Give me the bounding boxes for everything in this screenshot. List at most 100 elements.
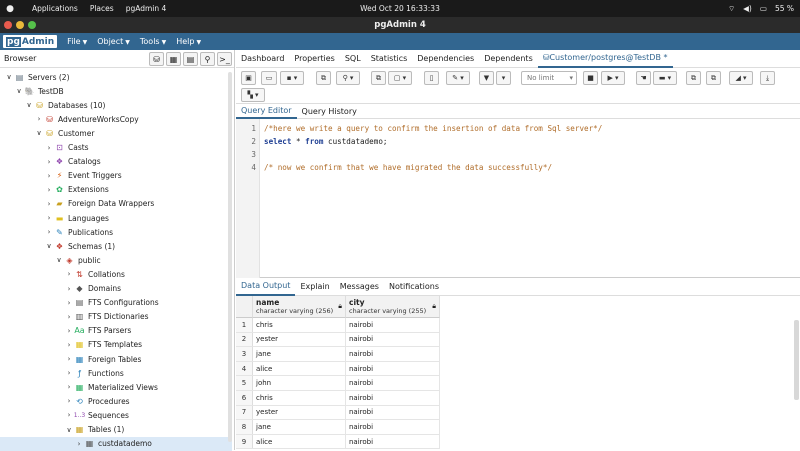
row-number[interactable]: 2 [236, 332, 253, 347]
chevron-right-icon[interactable]: › [44, 214, 54, 222]
system-tray[interactable]: ⌔ ◀) ▭ 55 % [728, 0, 794, 17]
edit-icon[interactable]: ✎ ▾ [446, 71, 470, 85]
chevron-right-icon[interactable]: › [44, 200, 54, 208]
tree-node[interactable]: › ◆ Domains [0, 282, 232, 296]
cell-city[interactable]: nairobi [346, 318, 440, 332]
column-header-name[interactable]: name character varying (256) 🔒︎ [253, 296, 346, 318]
chevron-down-icon[interactable]: ∨ [24, 101, 34, 109]
chevron-right-icon[interactable]: › [64, 285, 74, 293]
minimize-window-icon[interactable] [16, 21, 24, 29]
cell-name[interactable]: jane [253, 347, 346, 361]
output-tab-0[interactable]: Data Output [236, 278, 296, 296]
chevron-right-icon[interactable]: › [64, 299, 74, 307]
tree-node[interactable]: ∨ ⛁ Databases (10) [0, 98, 232, 112]
menu-help[interactable]: Help ▼ [176, 37, 201, 46]
view-data-icon[interactable]: ▤ [183, 52, 198, 66]
table-row[interactable]: 7 yester nairobi [236, 405, 440, 421]
chevron-down-icon[interactable]: ∨ [34, 129, 44, 137]
tree-node[interactable]: › 1..3 Sequences [0, 408, 232, 422]
menu-file[interactable]: File ▼ [67, 37, 87, 46]
chevron-right-icon[interactable]: › [44, 158, 54, 166]
browser-scrollbar[interactable] [228, 72, 232, 442]
explain-icon[interactable]: ☚ [636, 71, 651, 85]
grid-scrollbar[interactable] [794, 320, 799, 400]
tree-node[interactable]: ∨ ❖ Schemas (1) [0, 239, 232, 253]
chevron-down-icon[interactable]: ∨ [64, 426, 74, 434]
delete-icon[interactable]: ▯ [424, 71, 439, 85]
tree-node[interactable]: › ▦ Foreign Tables [0, 352, 232, 366]
chevron-right-icon[interactable]: › [64, 327, 74, 335]
tab-6[interactable]: ⛁ Customer/postgres@TestDB * [537, 50, 673, 68]
tree-node[interactable]: › ▦ Materialized Views [0, 380, 232, 394]
close-window-icon[interactable] [4, 21, 12, 29]
tree-node[interactable]: › ❖ Catalogs [0, 155, 232, 169]
sql-editor[interactable]: 1 /*here we write a query to confirm the… [236, 119, 800, 278]
row-number[interactable]: 7 [236, 405, 253, 420]
chevron-down-icon[interactable]: ∨ [44, 242, 54, 250]
row-number[interactable]: 1 [236, 318, 253, 332]
cell-name[interactable]: jane [253, 420, 346, 434]
tree-node[interactable]: › ▬ Languages [0, 211, 232, 225]
table-icon[interactable]: ▦ [166, 52, 181, 66]
commit-icon[interactable]: ⧉ [686, 71, 701, 85]
tree-node[interactable]: › ▦ custdatademo [0, 436, 232, 451]
cell-name[interactable]: john [253, 376, 346, 390]
tree-node[interactable]: ∨ 🐘 TestDB [0, 84, 232, 98]
query-tab-1[interactable]: Query History [297, 104, 362, 119]
save-icon[interactable]: ▪ ▾ [280, 71, 304, 85]
tree-node[interactable]: › ƒ Functions [0, 366, 232, 380]
menu-tools[interactable]: Tools ▼ [140, 37, 166, 46]
tree-node[interactable]: › ⟲ Procedures [0, 394, 232, 408]
chevron-right-icon[interactable]: › [64, 355, 74, 363]
tree-node[interactable]: ∨ ◈ public [0, 253, 232, 267]
tree-node[interactable]: › ▤ FTS Configurations [0, 296, 232, 310]
tree-node[interactable]: › ✿ Extensions [0, 183, 232, 197]
chevron-right-icon[interactable]: › [44, 186, 54, 194]
cell-city[interactable]: nairobi [346, 391, 440, 405]
tree-node[interactable]: › ⊡ Casts [0, 141, 232, 155]
cell-city[interactable]: nairobi [346, 361, 440, 376]
applications-menu[interactable]: Applications [32, 4, 78, 13]
cell-city[interactable]: nairobi [346, 434, 440, 449]
cell-name[interactable]: alice [253, 361, 346, 376]
tab-4[interactable]: Dependencies [412, 50, 479, 68]
limit-select[interactable]: No limit ▾ [521, 71, 577, 85]
paste-icon[interactable]: ▢ ▾ [388, 71, 412, 85]
row-number[interactable]: 6 [236, 391, 253, 405]
table-row[interactable]: 6 chris nairobi [236, 391, 440, 406]
tab-1[interactable]: Properties [289, 50, 339, 68]
tab-5[interactable]: Dependents [479, 50, 538, 68]
explain-options-icon[interactable]: ▬ ▾ [653, 71, 677, 85]
terminal-icon[interactable]: >_ [217, 52, 232, 66]
active-app-name[interactable]: pgAdmin 4 [126, 4, 167, 13]
table-row[interactable]: 5 john nairobi [236, 376, 440, 391]
open-file-icon[interactable]: ▣ [241, 71, 256, 85]
search-icon[interactable]: ⚲ [200, 52, 215, 66]
clear-icon[interactable]: ◢ ▾ [729, 71, 753, 85]
output-tab-1[interactable]: Explain [295, 278, 334, 296]
cell-city[interactable]: nairobi [346, 420, 440, 434]
cell-name[interactable]: chris [253, 391, 346, 405]
tree-node[interactable]: › ✎ Publications [0, 225, 232, 239]
database-icon[interactable]: ⛁ [149, 52, 164, 66]
row-number[interactable]: 4 [236, 361, 253, 376]
filter-icon[interactable]: ▼ [479, 71, 494, 85]
table-row[interactable]: 4 alice nairobi [236, 361, 440, 377]
chevron-right-icon[interactable]: › [44, 172, 54, 180]
table-row[interactable]: 8 jane nairobi [236, 420, 440, 435]
execute-icon[interactable]: ▶ ▾ [601, 71, 625, 85]
menu-object[interactable]: Object ▼ [97, 37, 130, 46]
find-icon[interactable]: ⚲ ▾ [336, 71, 360, 85]
chevron-right-icon[interactable]: › [64, 341, 74, 349]
tree-node[interactable]: › ⇅ Collations [0, 267, 232, 281]
row-number[interactable]: 8 [236, 420, 253, 434]
chevron-right-icon[interactable]: › [64, 411, 74, 419]
filter-dropdown-icon[interactable]: ▾ [496, 71, 511, 85]
row-number[interactable]: 3 [236, 347, 253, 361]
cell-name[interactable]: alice [253, 434, 346, 449]
chevron-right-icon[interactable]: › [64, 397, 74, 405]
chevron-right-icon[interactable]: › [64, 313, 74, 321]
places-menu[interactable]: Places [90, 4, 114, 13]
activities-icon[interactable]: ● [0, 4, 20, 14]
tab-0[interactable]: Dashboard [236, 50, 289, 68]
